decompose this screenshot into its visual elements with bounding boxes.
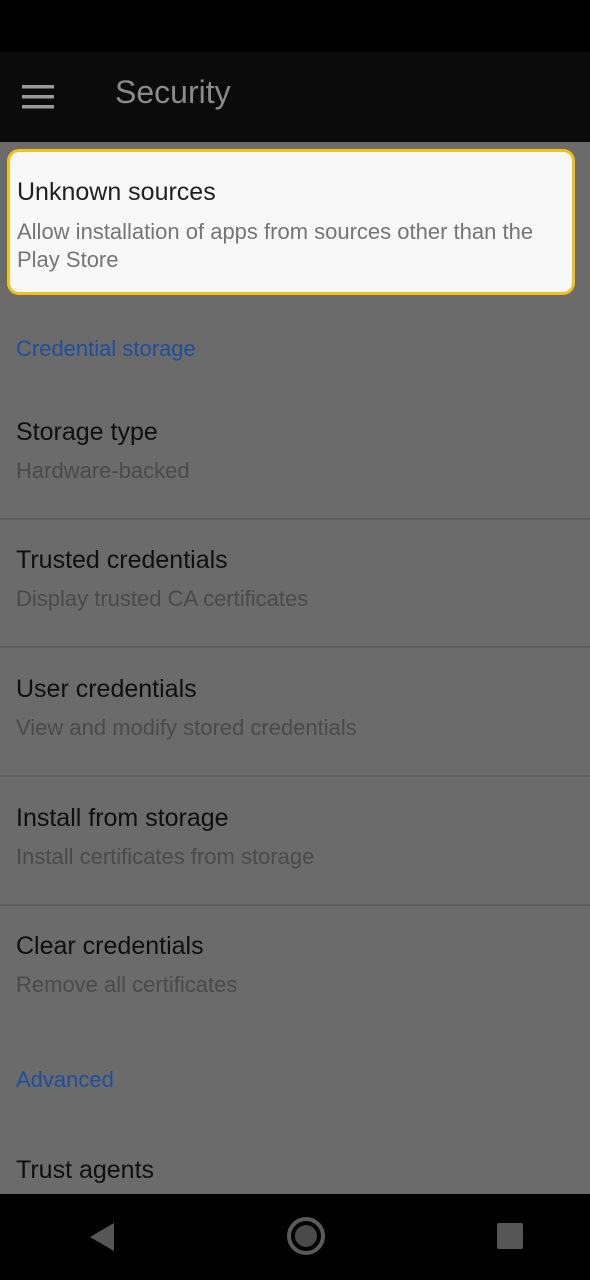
user-credentials-item[interactable]: User credentials View and modify stored … (0, 649, 590, 777)
recents-square-icon[interactable] (497, 1223, 523, 1249)
trust-agents-title: Trust agents (16, 1156, 155, 1184)
user-credentials-title: User credentials (16, 675, 197, 703)
trusted-credentials-subtitle: Display trusted CA certificates (16, 586, 309, 611)
status-bar (0, 0, 590, 52)
unknown-sources-title: Unknown sources (17, 178, 216, 206)
section-header-credential-storage: Credential storage (16, 336, 196, 361)
trust-agents-item[interactable]: Trust agents (0, 1132, 590, 1194)
install-from-storage-item[interactable]: Install from storage Install certificate… (0, 778, 590, 906)
clear-credentials-subtitle: Remove all certificates (16, 972, 238, 997)
clear-credentials-item[interactable]: Clear credentials Remove all certificate… (0, 906, 590, 1034)
clear-credentials-title: Clear credentials (16, 932, 204, 960)
user-credentials-subtitle: View and modify stored credentials (16, 715, 357, 740)
navigation-bar (0, 1194, 590, 1280)
unknown-sources-item[interactable]: Unknown sources Allow installation of ap… (7, 149, 575, 295)
page-title: Security (115, 73, 231, 110)
app-bar: Security (0, 52, 590, 142)
storage-type-item[interactable]: Storage type Hardware-backed (0, 392, 590, 520)
hamburger-menu-icon[interactable] (0, 52, 76, 142)
storage-type-title: Storage type (16, 418, 158, 446)
install-from-storage-subtitle: Install certificates from storage (16, 844, 315, 869)
back-triangle-icon[interactable] (88, 1222, 116, 1257)
storage-type-subtitle: Hardware-backed (16, 458, 190, 483)
unknown-sources-subtitle: Allow installation of apps from sources … (17, 219, 534, 272)
settings-list: Unknown sources Allow installation of ap… (0, 142, 590, 1194)
home-circle-icon[interactable] (286, 1216, 326, 1261)
trusted-credentials-item[interactable]: Trusted credentials Display trusted CA c… (0, 520, 590, 648)
section-header-advanced: Advanced (16, 1067, 114, 1092)
trusted-credentials-title: Trusted credentials (16, 546, 228, 574)
install-from-storage-title: Install from storage (16, 804, 229, 832)
